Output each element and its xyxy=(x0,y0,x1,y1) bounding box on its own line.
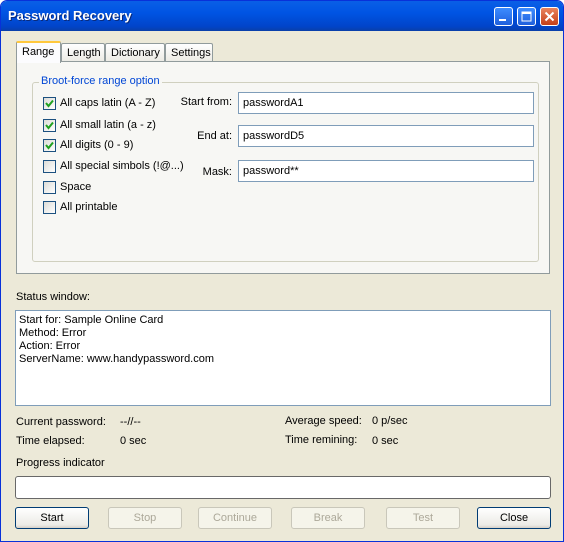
checkbox-box[interactable] xyxy=(43,201,56,214)
tab-settings[interactable]: Settings xyxy=(165,43,213,61)
average-speed-label: Average speed: xyxy=(285,415,362,427)
stop-button[interactable]: Stop xyxy=(108,507,182,529)
close-icon xyxy=(544,11,555,22)
average-speed-value: 0 p/sec xyxy=(372,415,408,427)
range-group-title: Broot-force range option xyxy=(39,75,162,87)
progress-bar xyxy=(15,476,551,499)
password-recovery-window: Password Recovery Range Length Dictionar… xyxy=(0,0,564,542)
minimize-button[interactable] xyxy=(494,7,513,26)
maximize-icon xyxy=(521,11,532,22)
checkbox-label: All caps latin (A - Z) xyxy=(60,97,156,109)
checkbox-box[interactable] xyxy=(43,160,56,173)
checkmark-icon xyxy=(45,99,54,108)
status-line: Action: Error xyxy=(19,340,81,352)
checkmark-icon xyxy=(45,121,54,130)
checkbox-box[interactable] xyxy=(43,119,56,132)
mask-label: Mask: xyxy=(202,166,232,178)
status-window-label: Status window: xyxy=(16,291,90,303)
close-window-button[interactable] xyxy=(540,7,559,26)
checkbox-label: All printable xyxy=(60,201,118,213)
tab-dictionary[interactable]: Dictionary xyxy=(105,43,165,61)
status-window[interactable]: Start for: Sample Online Card Method: Er… xyxy=(15,310,551,406)
maximize-button[interactable] xyxy=(517,7,536,26)
tab-range[interactable]: Range xyxy=(16,41,61,63)
checkbox-box[interactable] xyxy=(43,139,56,152)
time-elapsed-value: 0 sec xyxy=(120,435,147,447)
current-password-label: Current password: xyxy=(16,416,106,428)
checkbox-label: All small latin (a - z) xyxy=(60,119,156,131)
start-button[interactable]: Start xyxy=(15,507,89,529)
mask-input[interactable] xyxy=(238,160,534,182)
time-remaining-label: Time remining: xyxy=(285,434,358,446)
time-elapsed-label: Time elapsed: xyxy=(16,435,85,447)
window-title: Password Recovery xyxy=(8,8,132,23)
continue-button[interactable]: Continue xyxy=(198,507,272,529)
test-button[interactable]: Test xyxy=(386,507,460,529)
current-password-value: --//-- xyxy=(120,416,141,428)
range-tab-panel: Broot-force range option All caps latin … xyxy=(16,61,550,274)
checkbox-label: All digits (0 - 9) xyxy=(60,139,134,151)
status-line: Start for: Sample Online Card xyxy=(19,314,164,326)
status-line: Method: Error xyxy=(19,327,87,339)
break-button[interactable]: Break xyxy=(291,507,365,529)
tab-length[interactable]: Length xyxy=(61,43,105,61)
progress-label: Progress indicator xyxy=(16,457,105,469)
end-at-label: End at: xyxy=(197,130,232,142)
start-from-label: Start from: xyxy=(180,96,232,108)
minimize-icon xyxy=(499,19,506,21)
close-button[interactable]: Close xyxy=(477,507,551,529)
checkmark-icon xyxy=(45,141,54,150)
checkbox-label: Space xyxy=(60,181,92,193)
status-line: ServerName: www.handypassword.com xyxy=(19,353,215,365)
start-from-input[interactable] xyxy=(238,92,534,114)
end-at-input[interactable] xyxy=(238,125,534,147)
checkbox-box[interactable] xyxy=(43,97,56,110)
time-remaining-value: 0 sec xyxy=(372,435,399,447)
checkbox-box[interactable] xyxy=(43,181,56,194)
title-bar[interactable]: Password Recovery xyxy=(1,1,563,31)
